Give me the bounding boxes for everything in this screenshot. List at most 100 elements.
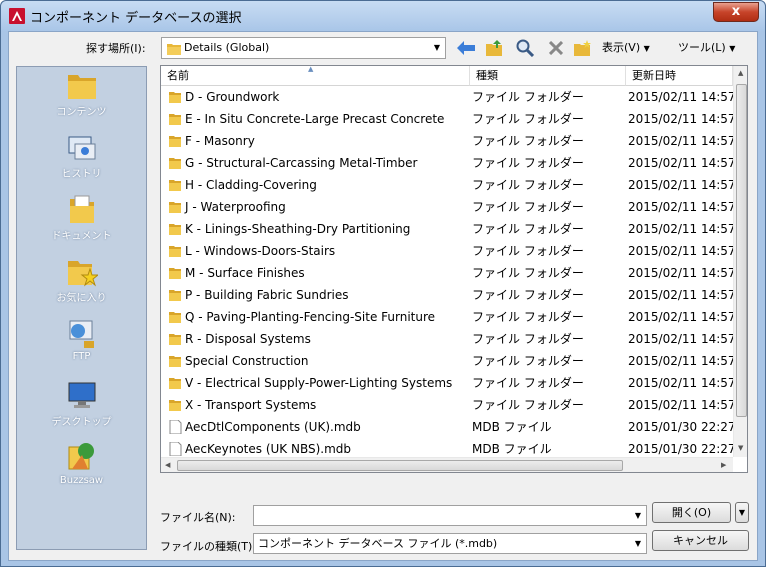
row-name: V - Electrical Supply-Power-Lighting Sys… <box>185 376 453 390</box>
close-button[interactable]: x <box>713 2 759 22</box>
row-name: X - Transport Systems <box>185 398 317 412</box>
row-type: ファイル フォルダー <box>472 112 584 126</box>
scroll-right-icon[interactable]: ▶ <box>721 461 726 469</box>
file-row[interactable]: AecDtlComponents (UK).mdb MDB ファイル 2015/01… <box>161 416 736 438</box>
folder-row[interactable]: V - Electrical Supply-Power-Lighting Sys… <box>161 372 736 394</box>
filetype-dropdown[interactable]: コンポーネント データベース ファイル (*.mdb) ▼ <box>253 533 647 554</box>
column-header-type[interactable]: 種類 <box>470 66 626 86</box>
folder-icon <box>169 334 181 345</box>
chevron-down-icon: ▼ <box>634 511 642 520</box>
filetype-label: ファイルの種類(T): <box>160 540 257 553</box>
row-date: 2015/02/11 14:57 <box>628 244 736 258</box>
row-type: ファイル フォルダー <box>472 222 584 236</box>
row-date: 2015/02/11 14:57 <box>628 178 736 192</box>
column-header-name[interactable]: 名前 ▲ <box>161 66 470 86</box>
row-type: ファイル フォルダー <box>472 90 584 104</box>
folder-icon <box>169 246 181 257</box>
row-type: ファイル フォルダー <box>472 244 584 258</box>
folder-icon <box>169 268 181 279</box>
scroll-left-icon[interactable]: ◀ <box>165 461 170 469</box>
row-date: 2015/02/11 14:57 <box>628 376 736 390</box>
folder-icon <box>169 400 181 411</box>
open-options-button[interactable]: ▼ <box>735 502 749 523</box>
scroll-up-icon[interactable]: ▲ <box>738 69 743 77</box>
folder-row[interactable]: Q - Paving-Planting-Fencing-Site Furnitu… <box>161 306 736 328</box>
scroll-down-icon[interactable]: ▼ <box>738 444 743 452</box>
folder-row[interactable]: H - Cladding-Covering ファイル フォルダー 2015/02/1… <box>161 174 736 196</box>
up-folder-button[interactable] <box>484 37 506 59</box>
delete-button[interactable] <box>545 37 567 59</box>
tools-menu-label: ツール(L) <box>678 41 726 54</box>
place-desktop[interactable]: デスクトップ <box>17 379 146 441</box>
folder-icon <box>169 114 181 125</box>
folder-row[interactable]: L - Windows-Doors-Stairs ファイル フォルダー 2015/0… <box>161 240 736 262</box>
row-date: 2015/02/11 14:57 <box>628 332 736 346</box>
row-type: ファイル フォルダー <box>472 376 584 390</box>
horizontal-scroll-thumb[interactable] <box>177 460 623 471</box>
row-type: ファイル フォルダー <box>472 200 584 214</box>
folder-row[interactable]: F - Masonry ファイル フォルダー 2015/02/11 14:57 <box>161 130 736 152</box>
row-date: 2015/02/11 14:57 <box>628 398 736 412</box>
folder-row[interactable]: Special Construction ファイル フォルダー 2015/02/11… <box>161 350 736 372</box>
folder-row[interactable]: M - Surface Finishes ファイル フォルダー 2015/02/11… <box>161 262 736 284</box>
folder-icon <box>169 92 181 103</box>
vertical-scroll-thumb[interactable] <box>736 84 747 417</box>
place-folder[interactable]: コンテンツ <box>17 69 146 131</box>
dialog-window: コンポーネント データベースの選択 x 探す場所(I): Details (Gl… <box>0 0 766 567</box>
row-type: ファイル フォルダー <box>472 310 584 324</box>
row-name: F - Masonry <box>185 134 255 148</box>
place-label: Buzzsaw <box>59 475 104 486</box>
folder-row[interactable]: P - Building Fabric Sundries ファイル フォルダー 20… <box>161 284 736 306</box>
row-date: 2015/02/11 14:57 <box>628 354 736 368</box>
row-name: P - Building Fabric Sundries <box>185 288 349 302</box>
places-bar: コンテンツ ヒストリ ドキュメント お気に入り FTP デスクトップ Buzzsaw <box>16 66 147 550</box>
horizontal-scrollbar[interactable]: ◀ ▶ <box>161 457 733 472</box>
folder-row[interactable]: E - In Situ Concrete-Large Precast Concr… <box>161 108 736 130</box>
new-folder-button[interactable] <box>572 37 594 59</box>
search-web-button[interactable] <box>514 37 536 59</box>
vertical-scrollbar[interactable]: ▲ ▼ <box>733 66 747 457</box>
back-button[interactable] <box>455 37 477 59</box>
place-buzzsaw[interactable]: Buzzsaw <box>17 441 146 503</box>
folder-icon <box>169 378 181 389</box>
row-type: ファイル フォルダー <box>472 332 584 346</box>
column-header-date[interactable]: 更新日時 <box>626 66 733 86</box>
chevron-down-icon: ▼ <box>634 539 642 548</box>
folder-row[interactable]: X - Transport Systems ファイル フォルダー 2015/02/1… <box>161 394 736 416</box>
open-button[interactable]: 開く(O) <box>652 502 731 523</box>
filename-input[interactable]: ▼ <box>253 505 647 526</box>
row-date: 2015/02/11 14:57 <box>628 266 736 280</box>
tools-menu[interactable]: ツール(L) ▼ <box>678 37 735 60</box>
folder-row[interactable]: G - Structural-Carcassing Metal-Timber ファ… <box>161 152 736 174</box>
folder-row[interactable]: J - Waterproofing ファイル フォルダー 2015/02/11 14… <box>161 196 736 218</box>
place-history[interactable]: ヒストリ <box>17 131 146 193</box>
row-date: 2015/02/11 14:57 <box>628 112 736 126</box>
row-name: AecDtlComponents (UK).mdb <box>185 420 361 434</box>
column-header-name-label: 名前 <box>167 69 189 82</box>
place-label: FTP <box>72 351 91 362</box>
row-name: Special Construction <box>185 354 309 368</box>
cancel-button[interactable]: キャンセル <box>652 530 749 551</box>
folder-row[interactable]: K - Linings-Sheathing-Dry Partitioning ファ… <box>161 218 736 240</box>
folder-icon <box>68 75 96 99</box>
row-date: 2015/02/11 14:57 <box>628 310 736 324</box>
place-favorites[interactable]: お気に入り <box>17 255 146 317</box>
folder-row[interactable]: R - Disposal Systems ファイル フォルダー 2015/02/11… <box>161 328 736 350</box>
dialog-body: 探す場所(I): Details (Global) ▼ 表示(V) ▼ ツール(… <box>8 31 758 561</box>
title-bar[interactable]: コンポーネント データベースの選択 x <box>1 1 765 31</box>
folder-icon <box>167 44 181 55</box>
lookin-label: 探す場所(I): <box>86 42 146 55</box>
folder-up-icon <box>486 40 502 56</box>
view-menu[interactable]: 表示(V) ▼ <box>602 37 650 60</box>
row-type: MDB ファイル <box>472 420 552 434</box>
row-date: 2015/01/30 22:27 <box>628 420 736 434</box>
folder-row[interactable]: D - Groundwork ファイル フォルダー 2015/02/11 14:57 <box>161 86 736 108</box>
place-documents[interactable]: ドキュメント <box>17 193 146 255</box>
row-date: 2015/02/11 14:57 <box>628 200 736 214</box>
lookin-dropdown[interactable]: Details (Global) ▼ <box>161 37 446 59</box>
chevron-down-icon: ▼ <box>729 44 736 53</box>
place-ftp[interactable]: FTP <box>17 317 146 379</box>
file-list[interactable]: 名前 ▲ 種類 更新日時 D - Groundwork ファイル フォルダー 201… <box>160 65 748 473</box>
back-arrow-icon <box>457 41 475 55</box>
window-title: コンポーネント データベースの選択 <box>30 11 242 26</box>
